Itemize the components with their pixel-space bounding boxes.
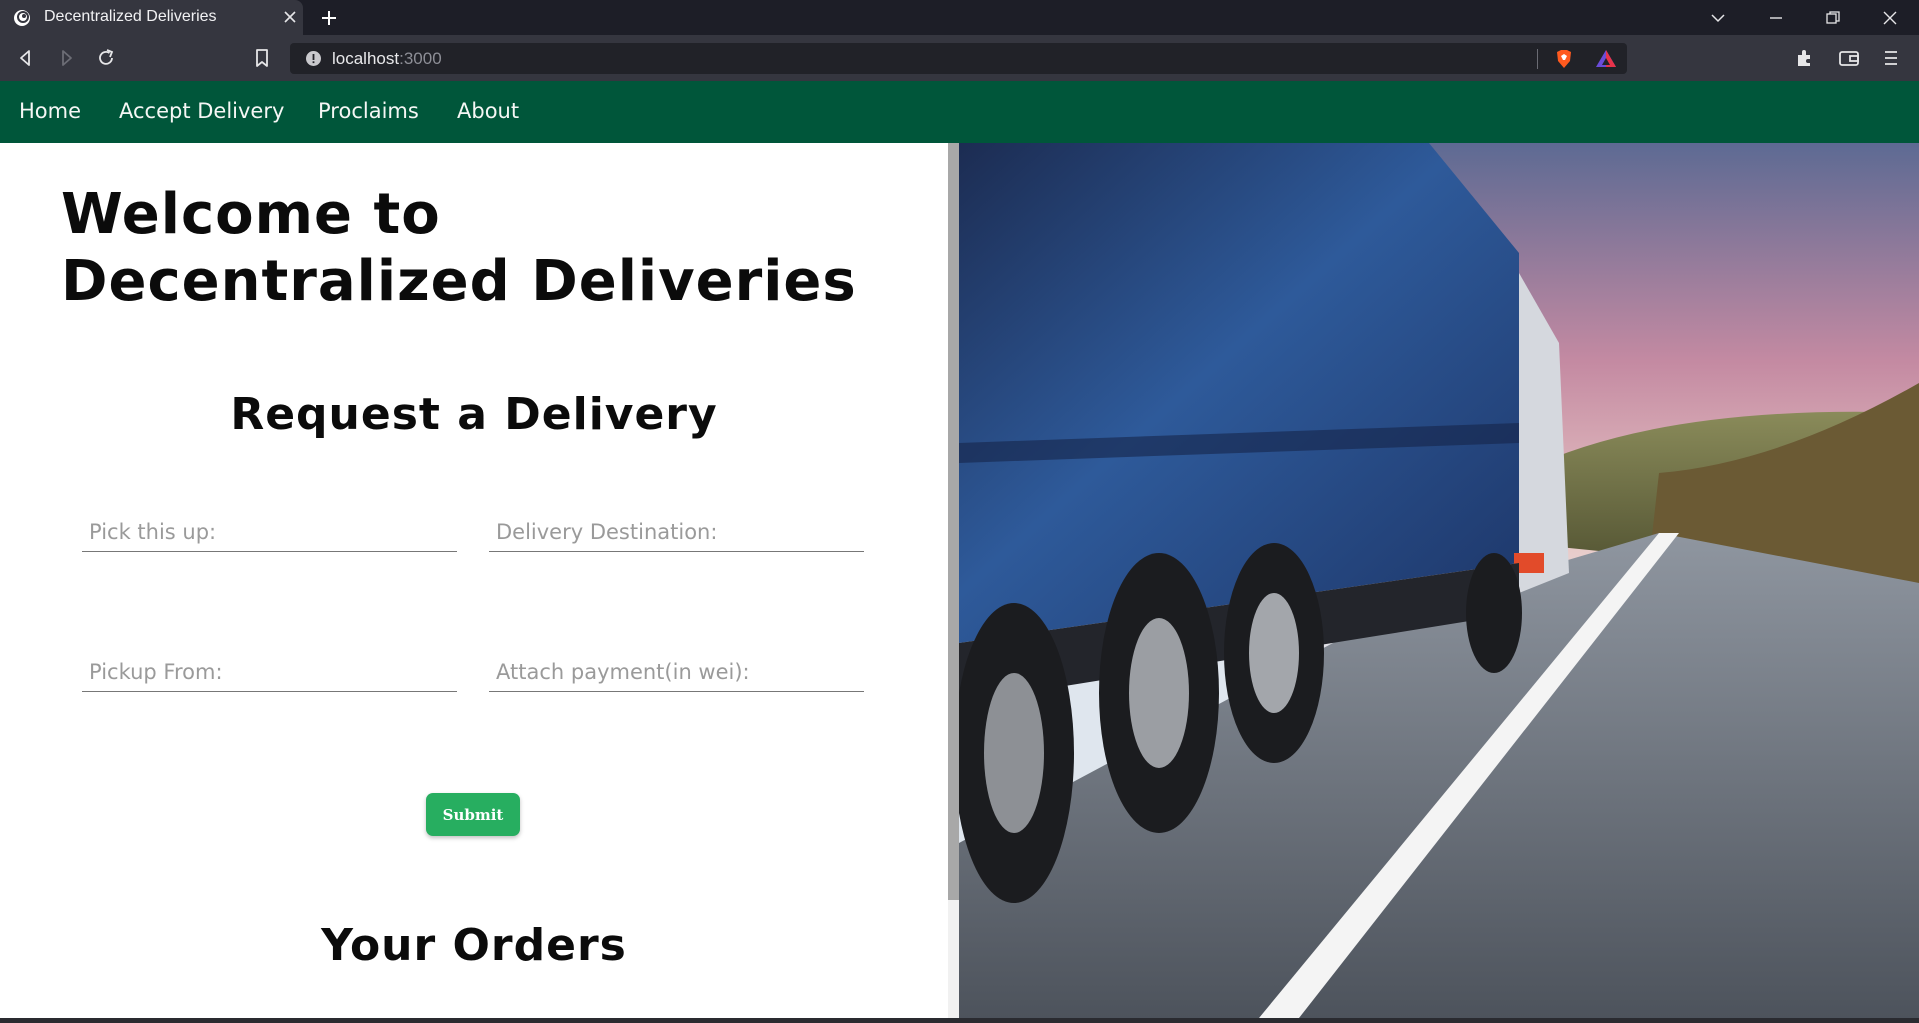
- nav-home[interactable]: Home: [19, 99, 81, 123]
- pickup-from-input[interactable]: [82, 652, 457, 692]
- address-bar[interactable]: localhost:3000: [290, 43, 1627, 74]
- welcome-heading: Welcome to Decentralized Deliveries: [61, 182, 857, 314]
- tab-title: Decentralized Deliveries: [44, 8, 217, 25]
- address-bar-divider: [1537, 49, 1538, 69]
- scrollbar-thumb[interactable]: [948, 143, 959, 900]
- delivery-destination-input[interactable]: [489, 512, 864, 552]
- favicon-icon: [14, 10, 30, 26]
- nav-proclaims[interactable]: Proclaims: [318, 99, 419, 123]
- brave-rewards-icon[interactable]: [1595, 48, 1617, 70]
- url-text[interactable]: localhost:3000: [332, 49, 442, 69]
- plus-icon[interactable]: [318, 7, 340, 29]
- nav-accept-delivery[interactable]: Accept Delivery: [119, 99, 284, 123]
- reload-icon[interactable]: [94, 46, 118, 70]
- url-host: localhost: [332, 49, 400, 68]
- brave-shield-icon[interactable]: [1553, 48, 1575, 70]
- minimize-icon[interactable]: [1765, 7, 1787, 29]
- truck-hero-image: [959, 143, 1919, 1018]
- your-orders-heading: Your Orders: [321, 920, 627, 971]
- close-icon[interactable]: [281, 8, 299, 26]
- info-icon[interactable]: [305, 50, 322, 67]
- extensions-icon[interactable]: [1793, 46, 1817, 70]
- chevron-down-icon[interactable]: [1707, 7, 1729, 29]
- request-delivery-heading: Request a Delivery: [230, 389, 718, 440]
- nav-about[interactable]: About: [457, 99, 519, 123]
- payment-input[interactable]: [489, 652, 864, 692]
- window-bottom-edge: [0, 1018, 1919, 1023]
- restore-icon[interactable]: [1822, 7, 1844, 29]
- pickup-item-input[interactable]: [82, 512, 457, 552]
- browser-tab-strip: Decentralized Deliveries: [0, 0, 1919, 35]
- bookmark-icon[interactable]: [250, 46, 274, 70]
- back-icon[interactable]: [14, 46, 38, 70]
- forward-icon[interactable]: [54, 46, 78, 70]
- menu-icon[interactable]: [1879, 46, 1903, 70]
- browser-toolbar: localhost:3000: [0, 35, 1919, 81]
- site-navbar: Home Accept Delivery Proclaims About: [0, 81, 1919, 143]
- close-window-icon[interactable]: [1879, 7, 1901, 29]
- wallet-icon[interactable]: [1837, 46, 1861, 70]
- submit-button[interactable]: Submit: [426, 793, 520, 836]
- url-port: :3000: [399, 49, 442, 68]
- browser-tab[interactable]: Decentralized Deliveries: [0, 0, 303, 35]
